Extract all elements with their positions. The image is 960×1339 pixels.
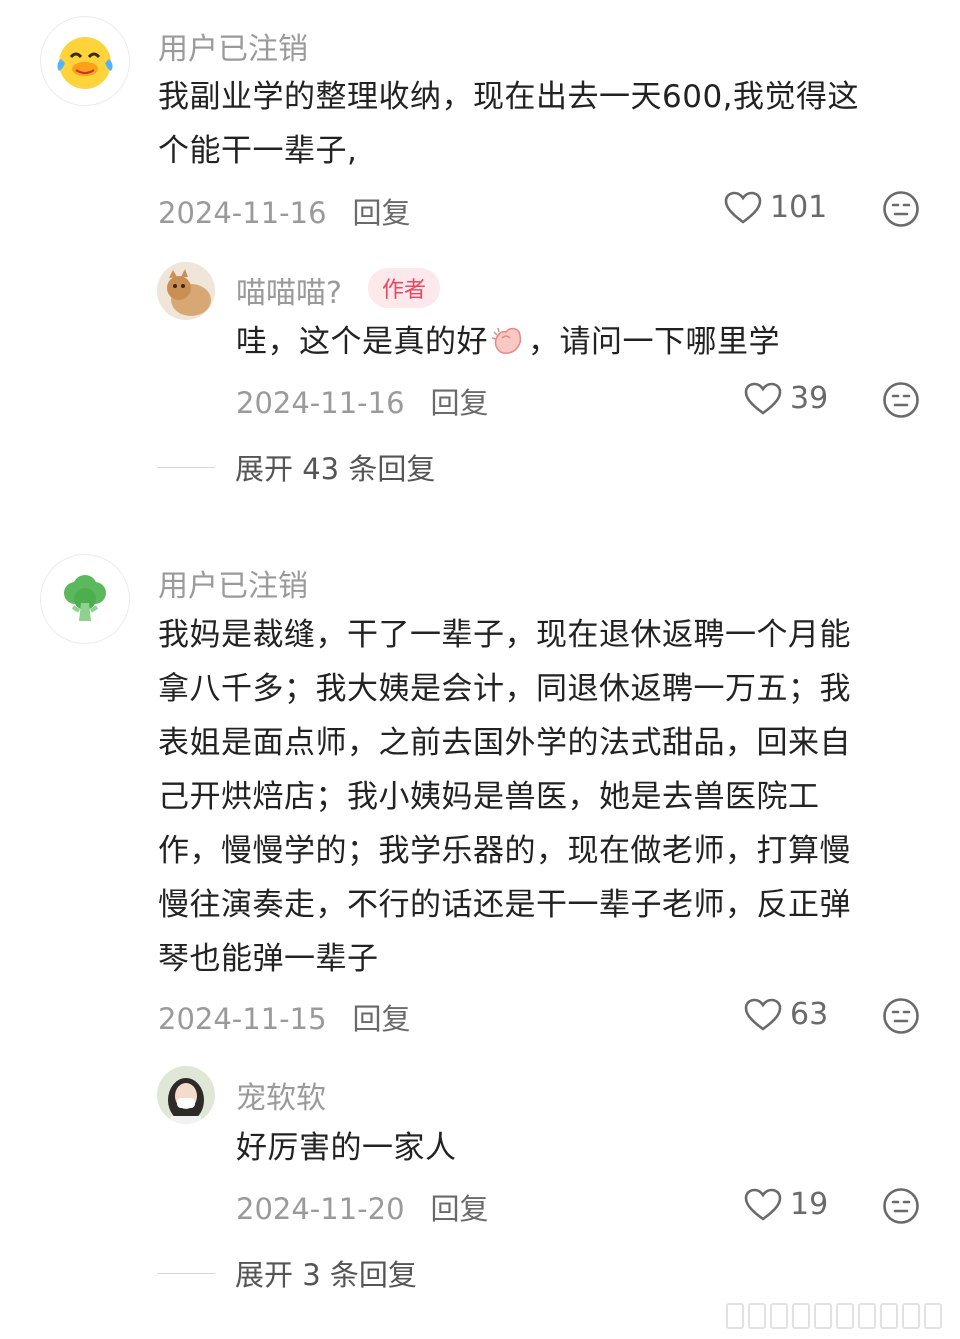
reply-username[interactable]: 宠软软	[236, 1073, 326, 1117]
expand-replies-label[interactable]: 展开 43 条回复	[235, 446, 435, 488]
comment-text: 我妈是裁缝，干了一辈子，现在退休返聘一个月能 拿八千多；我大姨是会计，同退休返聘…	[158, 608, 928, 986]
laughing-duck-icon	[57, 37, 113, 89]
watermark-block	[726, 1303, 744, 1329]
broccoli-icon	[64, 575, 106, 621]
like-button[interactable]: 19	[744, 1187, 828, 1222]
dislike-button[interactable]	[882, 997, 920, 1039]
comment-text-line: 我妈是裁缝，干了一辈子，现在退休返聘一个月能	[158, 617, 851, 653]
comment-text-line: 个能干一辈子,	[158, 133, 358, 169]
comment-date: 2024-11-16	[158, 196, 327, 230]
watermark-block	[858, 1303, 876, 1329]
author-badge: 作者	[368, 268, 441, 308]
reply-date: 2024-11-20	[236, 1192, 405, 1226]
comment-text: 我副业学的整理收纳，现在出去一天600,我觉得这 个能干一辈子,	[158, 70, 928, 178]
reply-text: 哇，这个是真的好 ，请问一下哪里学	[236, 315, 926, 369]
comment-text-line: 己开烘焙店；我小姨妈是兽医，她是去兽医院工	[158, 779, 820, 815]
reply-button[interactable]: 回复	[431, 386, 489, 420]
expand-replies[interactable]: 展开 3 条回复	[157, 1252, 417, 1294]
reply-text: 好厉害的一家人	[236, 1121, 926, 1175]
like-count: 39	[790, 381, 829, 416]
clapping-hands-emoji-icon	[491, 327, 522, 354]
watermark-block	[836, 1303, 854, 1329]
heart-outline-icon	[744, 382, 782, 415]
divider	[157, 1272, 215, 1274]
comment-text-line: 表姐是面点师，之前去国外学的法式甜品，回来自	[158, 725, 851, 761]
meh-face-icon	[883, 382, 919, 418]
watermark-block	[770, 1303, 788, 1329]
girl-photo-avatar-icon	[157, 1066, 215, 1124]
cat-photo-avatar-icon	[157, 262, 215, 320]
like-count: 19	[790, 1187, 829, 1222]
comment-username[interactable]: 用户已注销	[158, 561, 308, 605]
watermark-block	[748, 1303, 766, 1329]
reply-button[interactable]: 回复	[353, 196, 411, 230]
reply-text-after: ，请问一下哪里学	[528, 324, 780, 360]
meh-face-icon	[883, 998, 919, 1034]
reply-meta: 2024-11-20 回复	[236, 1186, 489, 1228]
comment-text-line: 慢往演奏走，不行的话还是干一辈子老师，反正弹	[158, 887, 851, 923]
reply-text-body: 好厉害的一家人	[236, 1130, 457, 1166]
dislike-button[interactable]	[882, 1187, 920, 1229]
watermark-block	[814, 1303, 832, 1329]
like-button[interactable]: 39	[744, 381, 828, 416]
reply-username[interactable]: 喵喵喵?	[236, 268, 342, 312]
expand-replies-label[interactable]: 展开 3 条回复	[235, 1252, 417, 1294]
like-count: 101	[770, 190, 828, 225]
like-count: 63	[790, 997, 829, 1032]
watermark-block	[792, 1303, 810, 1329]
heart-outline-icon	[744, 1188, 782, 1221]
comment-date: 2024-11-15	[158, 1002, 327, 1036]
meh-face-icon	[883, 191, 919, 227]
comment-meta: 2024-11-16 回复	[158, 190, 411, 232]
reply-meta: 2024-11-16 回复	[236, 380, 489, 422]
dislike-button[interactable]	[882, 381, 920, 423]
dislike-button[interactable]	[882, 190, 920, 232]
comment-text-line: 我副业学的整理收纳，现在出去一天600,我觉得这	[158, 79, 860, 115]
expand-replies[interactable]: 展开 43 条回复	[157, 446, 435, 488]
reply-button[interactable]: 回复	[431, 1192, 489, 1226]
comment-text-line: 琴也能弹一辈子	[158, 941, 379, 977]
like-button[interactable]: 63	[744, 997, 828, 1032]
watermark-block	[880, 1303, 898, 1329]
heart-outline-icon	[724, 191, 762, 224]
reply-button[interactable]: 回复	[353, 1002, 411, 1036]
meh-face-icon	[883, 1188, 919, 1224]
reply-text-before: 哇，这个是真的好	[236, 324, 488, 360]
watermark-block	[924, 1303, 942, 1329]
divider	[157, 466, 215, 468]
avatar[interactable]	[40, 16, 130, 106]
avatar[interactable]	[40, 554, 130, 644]
reply-avatar[interactable]	[157, 262, 215, 320]
watermark-block	[902, 1303, 920, 1329]
reply-date: 2024-11-16	[236, 386, 405, 420]
comment-text-line: 作，慢慢学的；我学乐器的，现在做老师，打算慢	[158, 833, 851, 869]
comment-meta: 2024-11-15 回复	[158, 996, 411, 1038]
heart-outline-icon	[744, 998, 782, 1031]
reply-avatar[interactable]	[157, 1066, 215, 1124]
watermark	[726, 1303, 942, 1329]
comment-text-line: 拿八千多；我大姨是会计，同退休返聘一万五；我	[158, 671, 851, 707]
comment-username[interactable]: 用户已注销	[158, 24, 308, 68]
like-button[interactable]: 101	[724, 190, 827, 225]
